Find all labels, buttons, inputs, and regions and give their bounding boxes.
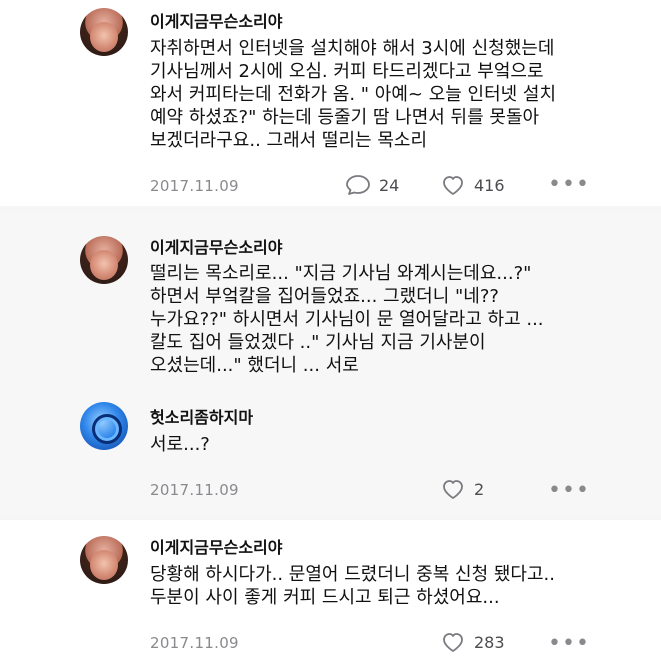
username[interactable]: 이게지금무슨소리야 <box>150 534 282 558</box>
like-count[interactable]: 283 <box>440 631 505 653</box>
post-text: 자취하면서 인터넷을 설치해야 해서 3시에 신청했는데 기사님께서 2시에 오… <box>150 38 557 151</box>
avatar[interactable] <box>80 236 128 284</box>
like-count[interactable]: 416 <box>440 174 505 196</box>
heart-icon[interactable] <box>440 478 466 500</box>
post-card: 이게지금무슨소리야 당황해 하시다가.. 문열어 드렸더니 중복 신청 됐다고.… <box>0 520 661 663</box>
like-count-value: 2 <box>474 479 485 499</box>
post-text: 당황해 하시다가.. 문열어 드렸더니 중복 신청 됐다고.. 두분이 사이 좋… <box>150 564 555 608</box>
post-text: 서로...? <box>150 434 210 455</box>
username[interactable]: 이게지금무슨소리야 <box>150 8 282 32</box>
like-count-value: 416 <box>474 175 505 195</box>
avatar[interactable] <box>80 536 128 584</box>
username[interactable]: 헛소리좀하지마 <box>150 404 253 428</box>
more-options-icon[interactable]: ••• <box>548 174 590 196</box>
heart-icon[interactable] <box>440 631 466 653</box>
more-options-icon[interactable]: ••• <box>548 480 590 502</box>
like-count-value: 283 <box>474 632 505 652</box>
like-count[interactable]: 2 <box>440 478 484 500</box>
post-card: 이게지금무슨소리야 자취하면서 인터넷을 설치해야 해서 3시에 신청했는데 기… <box>0 0 661 206</box>
post-date: 2017.11.09 <box>150 634 239 652</box>
avatar[interactable] <box>80 402 128 450</box>
post-date: 2017.11.09 <box>150 481 239 499</box>
avatar[interactable] <box>80 8 128 56</box>
comment-icon[interactable] <box>345 174 371 196</box>
thread-card: 이게지금무슨소리야 떨리는 목소리로... "지금 기사님 와계시는데요...?… <box>0 214 661 514</box>
more-options-icon[interactable]: ••• <box>548 633 590 655</box>
post-text: 떨리는 목소리로... "지금 기사님 와계시는데요...?" 하면서 부엌칼을… <box>150 263 544 376</box>
post-date: 2017.11.09 <box>150 177 239 195</box>
username[interactable]: 이게지금무슨소리야 <box>150 234 282 258</box>
comment-count[interactable]: 24 <box>345 174 399 196</box>
comment-count-value: 24 <box>379 175 400 195</box>
heart-icon[interactable] <box>440 174 466 196</box>
